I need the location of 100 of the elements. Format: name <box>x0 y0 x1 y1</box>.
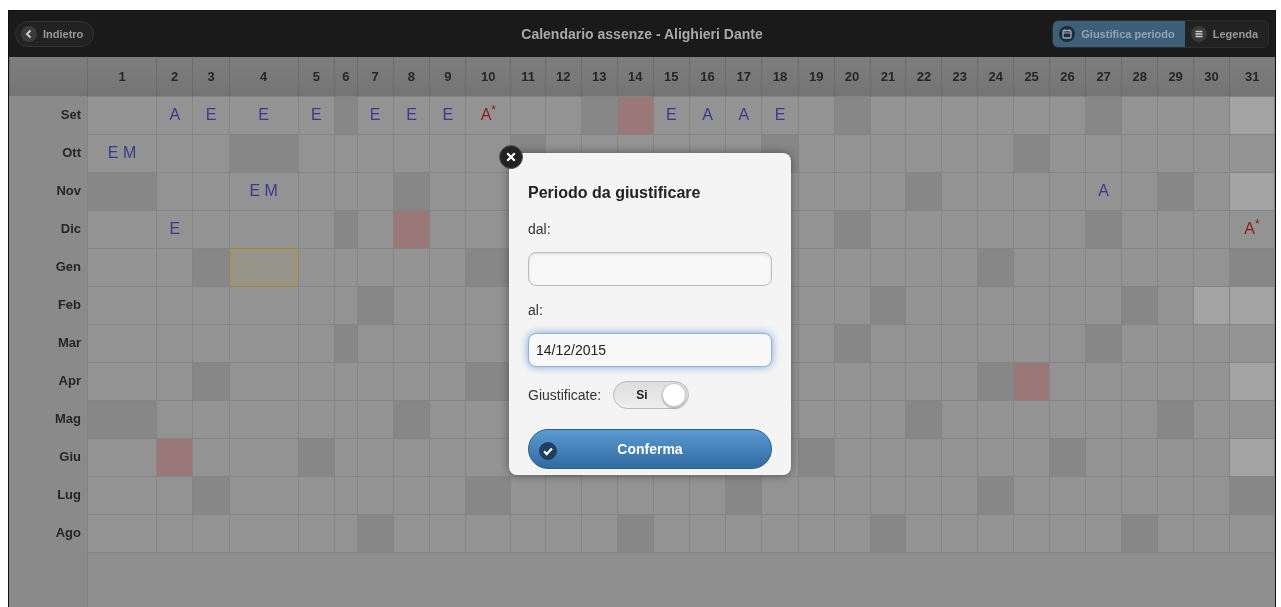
calendar-cell[interactable]: A$^{*}$ <box>1229 210 1275 248</box>
day-number: 15 <box>653 57 690 96</box>
back-button[interactable]: Indietro <box>15 20 95 48</box>
day-number: 2 <box>156 57 193 96</box>
calendar-cell[interactable] <box>334 96 358 134</box>
menu-icon <box>1190 26 1207 42</box>
day-number: 27 <box>1085 57 1122 96</box>
calendar-cell[interactable] <box>156 438 193 476</box>
calendar-cell[interactable]: A <box>1085 172 1122 210</box>
calendar-cell[interactable] <box>834 96 871 134</box>
calendar-cell[interactable] <box>229 286 299 324</box>
calendar-cell[interactable] <box>298 248 335 286</box>
calendar-cell[interactable]: E M <box>87 134 157 172</box>
calendar-cell[interactable] <box>87 476 157 514</box>
day-number: 6 <box>334 57 358 96</box>
day-number: 7 <box>357 57 394 96</box>
calendar-cell[interactable] <box>298 286 335 324</box>
close-icon <box>505 151 517 163</box>
day-number: 12 <box>545 57 582 96</box>
day-number: 25 <box>1013 57 1050 96</box>
calendar-cell[interactable] <box>689 476 726 514</box>
calendar-cell[interactable] <box>1085 96 1122 134</box>
calendar-cell[interactable] <box>1229 514 1275 552</box>
calendar-cell[interactable] <box>393 248 430 286</box>
day-number: 1 <box>87 57 157 96</box>
calendar-cell[interactable] <box>870 96 906 134</box>
calendar-cell[interactable] <box>941 96 978 134</box>
calendar-cell[interactable] <box>798 96 835 134</box>
calendar-cell[interactable] <box>510 96 546 134</box>
calendar-cell[interactable] <box>87 400 157 438</box>
calendar-cell[interactable]: E <box>156 210 193 248</box>
calendar-cell[interactable]: A <box>725 96 762 134</box>
calendar-cell[interactable] <box>1229 324 1275 362</box>
day-number: 31 <box>1229 57 1275 96</box>
calendar-cell[interactable] <box>393 172 430 210</box>
calendar-cell[interactable] <box>1229 438 1275 476</box>
calendar-cell[interactable] <box>429 248 466 286</box>
calendar-cell[interactable] <box>545 96 582 134</box>
calendar-cell[interactable] <box>1229 362 1275 400</box>
calendar-cell[interactable] <box>1229 96 1275 134</box>
calendar-cell[interactable]: E <box>192 96 230 134</box>
day-number: 18 <box>761 57 799 96</box>
calendar-cell[interactable]: E M <box>229 172 299 210</box>
day-number: 5 <box>298 57 335 96</box>
calendar-cell[interactable] <box>1049 96 1086 134</box>
calendar-cell[interactable]: E <box>298 96 335 134</box>
calendar-cell[interactable] <box>1229 476 1275 514</box>
calendar-cell[interactable] <box>905 96 942 134</box>
calendar-icon <box>1059 26 1076 42</box>
calendar-cell[interactable] <box>1193 96 1230 134</box>
calendar-cell[interactable] <box>429 210 466 248</box>
calendar-cell[interactable] <box>357 172 394 210</box>
calendar-cell[interactable] <box>229 248 299 286</box>
dialog-title: Periodo da giustificare <box>528 183 702 203</box>
calendar-cell[interactable] <box>357 248 394 286</box>
calendar-cell[interactable] <box>357 210 394 248</box>
calendar-cell[interactable] <box>1229 248 1275 286</box>
calendar-cell[interactable] <box>977 96 1014 134</box>
calendar-cell[interactable]: E <box>393 96 430 134</box>
calendar-cell[interactable]: A <box>689 96 726 134</box>
calendar-cell[interactable]: A$^{*}$ <box>465 96 511 134</box>
calendar-cell[interactable]: E <box>761 96 799 134</box>
day-number: 3 <box>192 57 230 96</box>
calendar-cell[interactable] <box>1229 134 1275 172</box>
confirm-button[interactable]: Conferma <box>528 429 772 469</box>
calendar-cell[interactable] <box>229 210 299 248</box>
date-field[interactable] <box>528 252 772 286</box>
calendar-cell[interactable] <box>581 96 618 134</box>
calendar-cell[interactable] <box>1229 172 1275 210</box>
calendar-cell[interactable] <box>429 172 466 210</box>
calendar-cell[interactable] <box>393 210 430 248</box>
calendar-cell[interactable] <box>1121 96 1158 134</box>
calendar-cell[interactable] <box>156 400 193 438</box>
day-number: 21 <box>870 57 906 96</box>
toolbar-button[interactable]: Giustifica periodo <box>1053 20 1185 48</box>
calendar-cell[interactable] <box>465 476 511 514</box>
calendar-cell[interactable] <box>617 96 654 134</box>
day-number: 20 <box>834 57 871 96</box>
calendar-cell[interactable] <box>653 476 690 514</box>
chevron-left-icon <box>21 26 37 42</box>
day-number: 4 <box>229 57 299 96</box>
day-number: 11 <box>510 57 546 96</box>
calendar-cell[interactable] <box>1229 286 1275 324</box>
calendar-cell[interactable] <box>87 96 157 134</box>
day-number: 14 <box>617 57 654 96</box>
calendar-cell[interactable]: E <box>429 96 466 134</box>
calendar-cell[interactable] <box>298 210 335 248</box>
calendar-cell[interactable] <box>1157 96 1194 134</box>
calendar-cell[interactable] <box>725 476 762 514</box>
calendar-cell[interactable] <box>1229 400 1275 438</box>
calendar-cell[interactable]: E <box>653 96 690 134</box>
calendar-cell[interactable] <box>1013 96 1050 134</box>
calendar-cell[interactable]: A <box>156 96 193 134</box>
calendar-cell[interactable]: E <box>357 96 394 134</box>
field-label: al: <box>528 301 544 320</box>
toggle-switch[interactable]: Si <box>613 381 690 409</box>
calendar-cell[interactable] <box>156 476 193 514</box>
calendar-cell[interactable]: E <box>229 96 299 134</box>
date-field[interactable]: 14/12/2015 <box>528 333 772 367</box>
calendar-cell[interactable] <box>87 438 157 476</box>
